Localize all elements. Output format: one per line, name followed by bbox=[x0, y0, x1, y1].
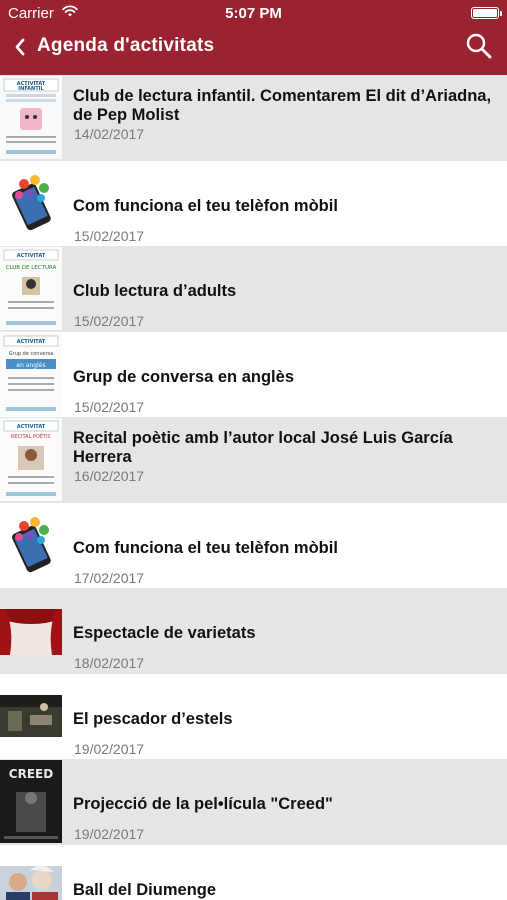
event-title: Grup de conversa en anglès bbox=[73, 367, 294, 386]
back-chevron-icon[interactable] bbox=[10, 34, 34, 60]
event-title: Ball del Diumenge bbox=[73, 880, 217, 899]
event-date: 15/02/2017 bbox=[74, 398, 145, 415]
event-list-item[interactable]: ACTIVITAT RECITAL POÈTIC Recital poètic am… bbox=[0, 417, 507, 503]
event-title: Projecció de la pel•lícula "Creed" bbox=[73, 795, 333, 813]
event-list-item[interactable]: ACTIVITAT Grup de conversa en anglès Grup d… bbox=[0, 331, 507, 417]
svg-text:RECITAL POÈTIC: RECITAL POÈTIC bbox=[11, 432, 52, 440]
event-thumbnail-dance-photo bbox=[0, 846, 62, 900]
status-time: 5:07 PM bbox=[225, 5, 282, 22]
event-date: 15/02/2017 bbox=[74, 313, 145, 329]
event-thumbnail-creed-poster: CREED bbox=[0, 760, 62, 843]
event-date: 16/02/2017 bbox=[74, 468, 145, 484]
event-thumbnail-poster-conversa-angles: ACTIVITAT Grup de conversa en anglès bbox=[0, 332, 62, 416]
svg-text:INFANTIL: INFANTIL bbox=[18, 86, 44, 92]
event-list-item[interactable]: Com funciona el teu telèfon mòbil 17/02/2… bbox=[0, 502, 507, 588]
event-title: Club lectura d’adults bbox=[73, 282, 237, 300]
battery-icon bbox=[471, 7, 502, 19]
event-list-item[interactable]: Com funciona el teu telèfon mòbil 15/02/2… bbox=[0, 160, 507, 246]
event-title: El pescador d’estels bbox=[73, 709, 233, 728]
event-list-item[interactable]: ACTIVITAT INFANTIL Club de lectura infanti… bbox=[0, 75, 507, 161]
svg-text:Grup de conversa: Grup de conversa bbox=[9, 351, 53, 357]
event-title: Recital poètic amb l’autor local José Lu… bbox=[73, 429, 453, 466]
event-date: 14/02/2017 bbox=[74, 126, 145, 142]
event-thumbnail-stage-photo bbox=[0, 675, 62, 758]
app-header: Carrier 5:07 PM Agenda d'activitats bbox=[0, 0, 507, 75]
svg-text:ACTIVITAT: ACTIVITAT bbox=[17, 253, 46, 259]
event-thumbnail-poster-recital-poetic: ACTIVITAT RECITAL POÈTIC bbox=[0, 418, 62, 501]
event-title: Espectacle de varietats bbox=[73, 624, 256, 642]
event-thumbnail-poster-club-lectura: ACTIVITAT CLUB DE LECTURA bbox=[0, 247, 62, 330]
event-thumbnail-smartphone-apps bbox=[0, 162, 62, 245]
page-title: Agenda d'activitats bbox=[37, 35, 215, 56]
svg-text:CLUB DE LECTURA: CLUB DE LECTURA bbox=[6, 265, 57, 271]
event-date: 15/02/2017 bbox=[74, 227, 145, 244]
event-list-item[interactable]: CREED Projecció de la pel•lícula "Creed" 1… bbox=[0, 759, 507, 845]
status-bar: Carrier 5:07 PM bbox=[0, 0, 507, 26]
svg-text:ACTIVITAT: ACTIVITAT bbox=[17, 339, 46, 345]
event-list-item[interactable]: Espectacle de varietats 18/02/2017 bbox=[0, 588, 507, 674]
event-list: ACTIVITAT INFANTIL Club de lectura infanti… bbox=[0, 75, 507, 900]
navigation-bar: Agenda d'activitats bbox=[0, 26, 507, 75]
svg-text:en anglès: en anglès bbox=[16, 362, 45, 369]
event-date: 19/02/2017 bbox=[74, 740, 145, 757]
event-date: 17/02/2017 bbox=[74, 569, 145, 586]
svg-text:ACTIVITAT: ACTIVITAT bbox=[17, 424, 46, 430]
event-list-item[interactable]: El pescador d’estels 19/02/2017 bbox=[0, 673, 507, 759]
event-date: 18/02/2017 bbox=[74, 655, 145, 671]
event-thumbnail-theater-curtain bbox=[0, 589, 62, 672]
event-title: Club de lectura infantil. Comentarem El … bbox=[73, 87, 492, 124]
event-title: Com funciona el teu telèfon mòbil bbox=[73, 538, 338, 557]
event-thumbnail-smartphone-apps bbox=[0, 504, 62, 587]
event-list-item[interactable]: Ball del Diumenge19/02/2017 bbox=[0, 844, 507, 900]
event-title: Com funciona el teu telèfon mòbil bbox=[73, 196, 338, 215]
event-date: 19/02/2017 bbox=[74, 826, 145, 842]
search-icon[interactable] bbox=[465, 32, 493, 60]
svg-text:CREED: CREED bbox=[9, 767, 53, 781]
event-list-item[interactable]: ACTIVITAT CLUB DE LECTURA Club lectura d’a… bbox=[0, 246, 507, 332]
event-thumbnail-poster-activitat-infantil: ACTIVITAT INFANTIL bbox=[0, 76, 62, 159]
